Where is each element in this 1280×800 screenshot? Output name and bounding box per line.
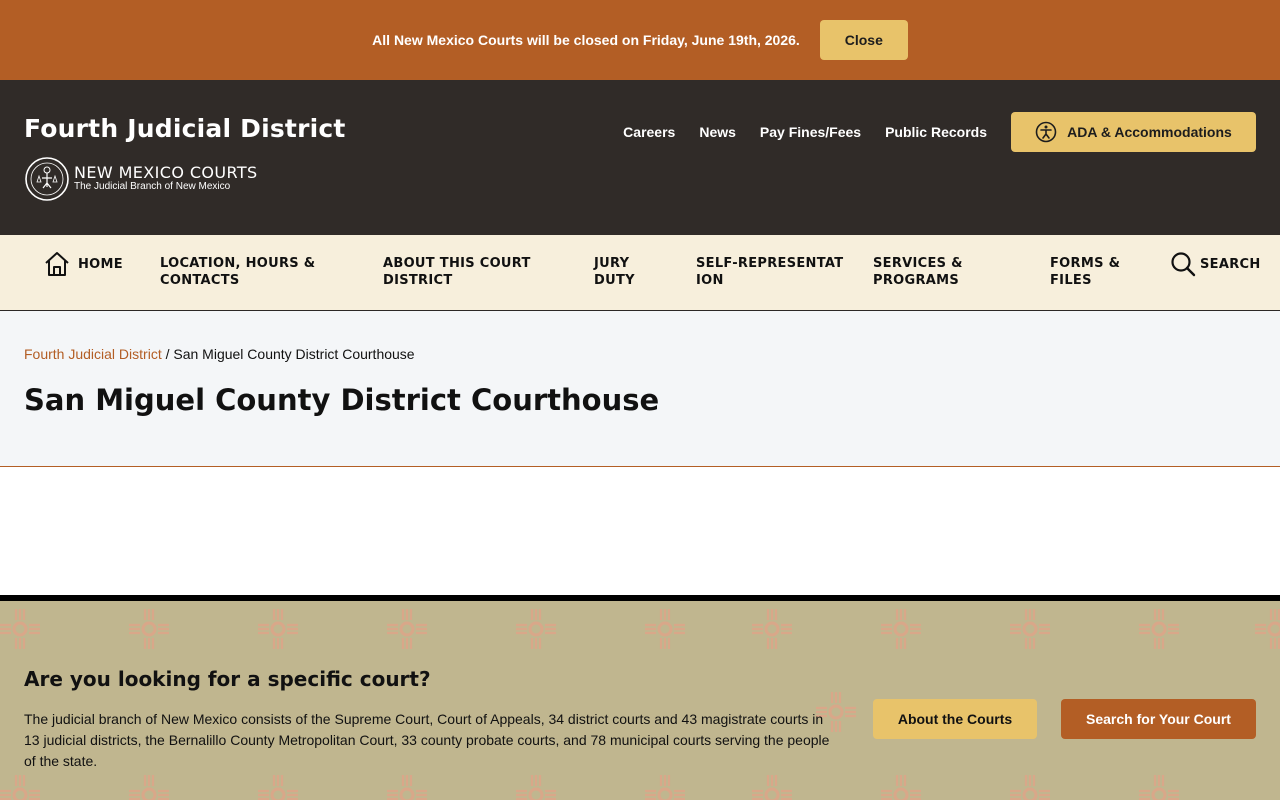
nav-home-label: HOME — [78, 256, 123, 272]
alert-close-button[interactable]: Close — [819, 20, 908, 60]
nav-home[interactable]: HOME — [44, 251, 123, 277]
page-title: San Miguel County District Courthouse — [24, 383, 660, 417]
home-icon — [45, 252, 69, 276]
promo-title: Are you looking for a specific court? — [24, 667, 431, 691]
nav-forms-files[interactable]: FORMS & FILES — [1050, 255, 1140, 289]
nav-search-label: SEARCH — [1200, 256, 1261, 272]
nav-self-representation[interactable]: SELF-REPRESENTATION — [696, 255, 846, 289]
breadcrumb-home-link[interactable]: Fourth Judicial District — [24, 346, 162, 362]
court-finder-promo: Are you looking for a specific court? Th… — [0, 601, 1280, 800]
util-link-pay-fines[interactable]: Pay Fines/Fees — [760, 124, 861, 140]
alert-message: All New Mexico Courts will be closed on … — [372, 32, 800, 48]
nav-jury-duty[interactable]: JURY DUTY — [594, 255, 654, 289]
accessibility-icon — [1035, 121, 1057, 143]
logo-tagline: The Judicial Branch of New Mexico — [74, 181, 231, 192]
ada-accommodations-button[interactable]: ADA & Accommodations — [1011, 112, 1256, 152]
breadcrumb-separator: / — [161, 346, 174, 362]
search-icon — [1171, 252, 1196, 277]
search-your-court-button[interactable]: Search for Your Court — [1061, 699, 1256, 739]
alert-banner: All New Mexico Courts will be closed on … — [0, 0, 1280, 80]
util-link-careers[interactable]: Careers — [623, 124, 675, 140]
page-header: Fourth Judicial District / San Miguel Co… — [0, 311, 1280, 467]
promo-description: The judicial branch of New Mexico consis… — [24, 711, 830, 769]
logo-wordmark: NEW MEXICO COURTS The Judicial Branch of… — [74, 165, 258, 193]
nav-self-rep-label: SELF-REPRESENTATION — [696, 256, 844, 288]
nav-search[interactable]: SEARCH — [1170, 251, 1261, 277]
court-seal-icon — [25, 157, 69, 201]
ada-label: ADA & Accommodations — [1067, 124, 1232, 140]
nav-about-court[interactable]: ABOUT THIS COURT DISTRICT — [383, 255, 553, 289]
site-header: Fourth Judicial District NEW MEXICO COUR… — [0, 80, 1280, 235]
about-courts-button[interactable]: About the Courts — [873, 699, 1037, 739]
util-link-news[interactable]: News — [699, 124, 736, 140]
main-nav: HOME LOCATION, HOURS & CONTACTS ABOUT TH… — [0, 235, 1280, 311]
breadcrumb-current: San Miguel County District Courthouse — [173, 346, 415, 362]
utility-nav: Careers News Pay Fines/Fees Public Recor… — [599, 124, 987, 140]
nm-courts-logo[interactable]: NEW MEXICO COURTS The Judicial Branch of… — [24, 156, 258, 202]
site-title[interactable]: Fourth Judicial District — [24, 114, 346, 143]
logo-name: NEW MEXICO COURTS — [74, 163, 258, 182]
nav-location-hours[interactable]: LOCATION, HOURS & CONTACTS — [160, 255, 340, 289]
nav-services-programs[interactable]: SERVICES & PROGRAMS — [873, 255, 983, 289]
util-link-public-records[interactable]: Public Records — [885, 124, 987, 140]
breadcrumb: Fourth Judicial District / San Miguel Co… — [24, 346, 415, 362]
